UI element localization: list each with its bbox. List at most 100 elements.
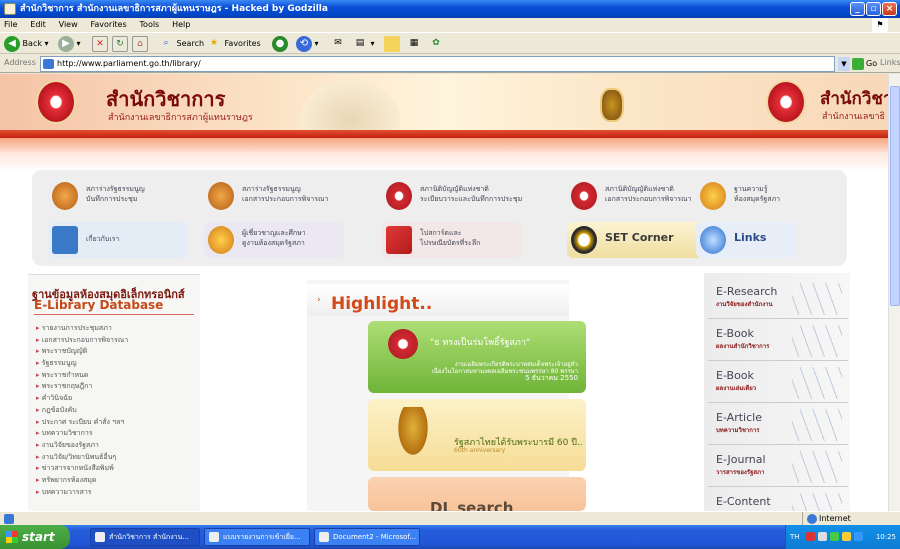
e-research-link[interactable]: E-Research งานวิจัยของสำนักงาน xyxy=(708,279,848,319)
e-library-item[interactable]: พระราชกำหนด xyxy=(36,370,196,382)
print-button[interactable]: ▤ ▾ xyxy=(352,35,375,53)
close-button[interactable]: × xyxy=(882,2,897,16)
e-content-link[interactable]: E-Content xyxy=(708,489,848,511)
menu-item-postcards[interactable]: โปสการ์ดและ ไปรษณียบัตรที่ระลึก xyxy=(382,222,522,258)
edit-button[interactable] xyxy=(384,35,400,53)
globe-icon xyxy=(700,226,726,254)
status-bar: Internet xyxy=(0,511,900,526)
mail-button[interactable]: ✉ xyxy=(330,35,346,53)
refresh-button[interactable]: ↻ xyxy=(112,35,128,53)
e-library-item[interactable]: พระราชกฤษฎีกา xyxy=(36,381,196,393)
menu-item-links[interactable]: Links xyxy=(696,222,796,258)
e-library-item[interactable]: ประกาศ ระเบียบ คำสั่ง ฯลฯ xyxy=(36,417,196,429)
window-title: สำนักวิชาการ สำนักงานเลขาธิการสภาผู้แทนร… xyxy=(20,4,328,14)
books-icon xyxy=(792,451,842,483)
menu-item-cda-documents[interactable]: สภาร่างรัฐธรรมนูญ เอกสารประกอบการพิจารณา xyxy=(204,178,344,214)
messenger-button[interactable]: ✿ xyxy=(428,35,444,53)
speaker-icon xyxy=(208,182,234,210)
e-library-item[interactable]: พระราชบัญญัติ xyxy=(36,346,196,358)
books-icon xyxy=(792,493,842,511)
maximize-button[interactable]: ▫ xyxy=(866,2,881,16)
links-toolbar[interactable]: Links xyxy=(880,58,900,67)
e-article-link[interactable]: E-Article บทความวิชาการ xyxy=(708,405,848,445)
tray-icon-antivirus[interactable] xyxy=(806,532,815,541)
windows-logo-icon: ⚑ xyxy=(872,18,888,32)
mail-icon: ✉ xyxy=(334,37,342,48)
main-menu: สภาร่างรัฐธรรมนูญ บันทึกการประชุม สภาร่าง… xyxy=(32,170,847,266)
menu-favorites[interactable]: Favorites xyxy=(91,20,127,29)
language-indicator[interactable]: TH xyxy=(790,525,800,549)
stop-button[interactable]: ✕ xyxy=(92,35,108,53)
parliament-seal-icon xyxy=(388,329,418,359)
address-dropdown[interactable]: ▼ xyxy=(838,57,850,71)
e-library-item[interactable]: รัฐธรรมนูญ xyxy=(36,358,196,370)
highlight-card-title: "ธ ทรงเป็นร่มโพธิ์รัฐสภา" xyxy=(430,338,531,348)
menu-item-knowledge-base[interactable]: ฐานความรู้ ห้องสมุดรัฐสภา xyxy=(696,178,796,214)
e-library-item[interactable]: บทความวารสาร xyxy=(36,487,196,499)
people-icon xyxy=(700,182,726,210)
e-library-item[interactable]: ทรัพยากรห้องสมุด xyxy=(36,475,196,487)
e-library-list: รายงานการประชุมสภา เอกสารประกอบการพิจารณ… xyxy=(36,323,196,498)
scrollbar-thumb[interactable] xyxy=(890,86,900,306)
divider xyxy=(34,314,194,315)
e-library-item[interactable]: งานวิจัย/วิทยานิพนธ์อื่นๆ xyxy=(36,452,196,464)
go-button[interactable]: Go xyxy=(852,57,877,71)
menu-item-set-corner[interactable]: SET Corner xyxy=(567,222,707,258)
menu-item-study-visit[interactable]: ผู้เชี่ยวชาญและศึกษา ดูงานห้องสมุดรัฐสภา xyxy=(204,222,344,258)
postcard-icon xyxy=(386,226,412,254)
home-button[interactable]: ⌂ xyxy=(132,35,148,53)
back-button[interactable]: ◀ Back ▾ xyxy=(4,35,49,53)
forward-button[interactable]: ▶ ▾ xyxy=(58,35,81,53)
menu-item-nla-documents[interactable]: สภานิติบัญญัติแห่งชาติ เอกสารประกอบการพิจ… xyxy=(567,178,707,214)
e-library-item[interactable]: เอกสารประกอบการพิจารณา xyxy=(36,335,196,347)
menu-item-nla-agenda[interactable]: สภานิติบัญญัติแห่งชาติ ระเบียบวาระและบันท… xyxy=(382,178,522,214)
tray-icon-volume[interactable] xyxy=(830,532,839,541)
e-library-item[interactable]: บทความวิชาการ xyxy=(36,428,196,440)
address-input[interactable]: http://www.parliament.go.th/library/ xyxy=(40,56,835,72)
search-button[interactable]: ⌕ Search xyxy=(158,35,204,53)
menu-bar: File Edit View Favorites Tools Help ⚑ xyxy=(0,18,900,32)
banner-divider-light xyxy=(0,138,888,152)
e-library-item[interactable]: กฎข้อบังคับ xyxy=(36,405,196,417)
vertical-scrollbar[interactable] xyxy=(888,74,900,511)
menu-item-cda-minutes[interactable]: สภาร่างรัฐธรรมนูญ บันทึกการประชุม xyxy=(48,178,188,214)
tray-icon-network[interactable] xyxy=(818,532,827,541)
taskbar-item-word[interactable]: Document2 - Microsof... xyxy=(314,528,420,546)
highlight-card-date: 5 ธันวาคม 2550 xyxy=(525,374,578,382)
menu-tools[interactable]: Tools xyxy=(140,20,160,29)
taskbar: start สำนักวิชาการ สำนักงาน... แบบรายงาน… xyxy=(0,525,900,549)
media-icon: ● xyxy=(272,35,288,52)
e-library-item[interactable]: คำวินิจฉัย xyxy=(36,393,196,405)
ie-icon xyxy=(209,532,219,542)
tray-icon-messenger[interactable] xyxy=(842,532,851,541)
highlight-card-anniversary[interactable]: รัฐสภาไทยได้รับพระบารมี 60 ปี.. 60th ann… xyxy=(368,399,586,471)
menu-edit[interactable]: Edit xyxy=(30,20,46,29)
e-book-academic-link[interactable]: E-Book ผลงานสำนักวิชาการ xyxy=(708,321,848,361)
e-library-item[interactable]: รายงานการประชุมสภา xyxy=(36,323,196,335)
security-zone: Internet xyxy=(802,512,900,526)
e-library-item[interactable]: ข่าวสารจากหนังสือพิมพ์ xyxy=(36,463,196,475)
media-button[interactable]: ● xyxy=(272,35,288,53)
parliament-seal-logo xyxy=(36,80,76,124)
highlight-card-dl-search[interactable]: DL search xyxy=(368,477,586,511)
menu-item-about-us[interactable]: เกี่ยวกับเรา xyxy=(48,222,188,258)
menu-file[interactable]: File xyxy=(4,20,17,29)
discuss-button[interactable]: ▦ xyxy=(406,35,422,53)
history-button[interactable]: ⟲ ▾ xyxy=(296,35,319,53)
history-icon: ⟲ xyxy=(296,35,312,52)
taskbar-item-report[interactable]: แบบรายงานการเข้าเยี่ย... xyxy=(204,528,310,546)
e-book-single-link[interactable]: E-Book ผลงานเล่มเดียว xyxy=(708,363,848,403)
highlight-card-king[interactable]: "ธ ทรงเป็นร่มโพธิ์รัฐสภา" งานเฉลิมพระเกี… xyxy=(368,321,586,393)
search-icon: ⌕ xyxy=(163,37,169,48)
e-library-item[interactable]: งานวิจัยของรัฐสภา xyxy=(36,440,196,452)
messenger-icon: ✿ xyxy=(432,37,440,48)
minimize-button[interactable]: _ xyxy=(850,2,865,16)
favorites-button[interactable]: ★ Favorites xyxy=(206,35,261,53)
refresh-icon: ↻ xyxy=(112,35,128,52)
e-journal-link[interactable]: E-Journal วารสารของรัฐสภา xyxy=(708,447,848,487)
taskbar-item-browser[interactable]: สำนักวิชาการ สำนักงาน... xyxy=(90,528,200,546)
start-button[interactable]: start xyxy=(0,525,70,549)
tray-icon-update[interactable] xyxy=(854,532,863,541)
menu-help[interactable]: Help xyxy=(172,20,190,29)
menu-view[interactable]: View xyxy=(59,20,78,29)
